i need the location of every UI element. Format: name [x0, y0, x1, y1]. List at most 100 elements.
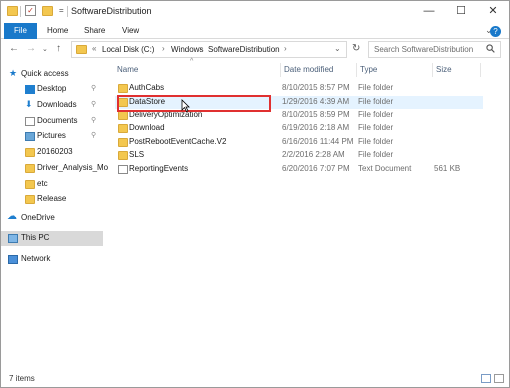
divider: [20, 6, 21, 17]
file-name: AuthCabs: [129, 83, 165, 92]
desktop-icon: [25, 85, 35, 94]
pin-icon[interactable]: ⚲: [91, 131, 96, 139]
tab-share[interactable]: Share: [84, 23, 105, 39]
nav-this-pc-label: This PC: [21, 233, 50, 242]
refresh-icon[interactable]: ↻: [352, 43, 360, 54]
column-date-modified[interactable]: Date modified: [284, 65, 333, 74]
file-type: File folder: [358, 97, 394, 106]
chevron-right-icon[interactable]: ›: [284, 44, 287, 53]
details-view-icon[interactable]: [481, 374, 491, 383]
folder-icon: [76, 45, 87, 54]
nav-desktop[interactable]: Desktop ⚲: [1, 82, 103, 97]
file-date: 2/2/2016 2:28 AM: [282, 150, 345, 159]
pin-icon[interactable]: ⚲: [91, 116, 96, 124]
nav-etc-label: etc: [37, 179, 48, 188]
nav-pictures[interactable]: Pictures ⚲: [1, 129, 103, 144]
new-folder-icon[interactable]: [42, 6, 53, 16]
search-icon: [486, 44, 495, 53]
divider: [432, 63, 433, 77]
table-row[interactable]: AuthCabs 8/10/2015 8:57 PM File folder: [115, 82, 483, 95]
folder-icon: [118, 84, 128, 93]
chevron-icon: «: [92, 44, 97, 53]
table-row[interactable]: ReportingEvents 6/20/2016 7:07 PM Text D…: [115, 163, 483, 176]
sort-ascending-icon: ^: [190, 58, 194, 65]
tab-view[interactable]: View: [122, 23, 139, 39]
nav-20160203[interactable]: 20160203: [1, 145, 103, 160]
up-arrow-icon[interactable]: ↑: [56, 43, 61, 54]
file-name: PostRebootEventCache.V2: [129, 137, 227, 146]
nav-onedrive[interactable]: ☁ OneDrive: [1, 211, 103, 226]
column-size[interactable]: Size: [436, 65, 452, 74]
recent-locations-icon[interactable]: ⌄: [42, 45, 48, 53]
pin-icon[interactable]: ⚲: [91, 100, 96, 108]
nav-release[interactable]: Release: [1, 192, 103, 207]
column-name[interactable]: Name: [117, 65, 138, 74]
computer-icon: [8, 234, 18, 243]
folder-icon: [25, 148, 35, 157]
forward-arrow-icon[interactable]: →: [26, 43, 36, 54]
star-icon: ★: [9, 68, 18, 78]
network-icon: [8, 255, 18, 264]
chevron-down-icon[interactable]: ⌄: [334, 44, 341, 53]
tab-home[interactable]: Home: [47, 23, 68, 39]
search-input[interactable]: Search SoftwareDistribution: [368, 41, 501, 58]
download-icon: ⬇: [25, 99, 33, 109]
minimize-button[interactable]: —: [421, 4, 437, 18]
window-title: SoftwareDistribution: [71, 6, 152, 16]
item-count: 7 items: [9, 374, 35, 383]
file-name: ReportingEvents: [129, 164, 189, 173]
search-placeholder: Search SoftwareDistribution: [374, 45, 474, 54]
nav-downloads[interactable]: ⬇ Downloads ⚲: [1, 98, 103, 113]
nav-network-label: Network: [21, 254, 51, 263]
nav-this-pc[interactable]: This PC: [1, 231, 103, 246]
tab-file[interactable]: File: [4, 23, 37, 39]
file-date: 8/10/2015 8:57 PM: [282, 83, 350, 92]
title-bar: ✓ = SoftwareDistribution — ☐ ✕: [1, 1, 509, 23]
file-type: File folder: [358, 83, 394, 92]
help-icon[interactable]: ?: [490, 26, 501, 37]
nav-driver-analysis[interactable]: Driver_Analysis_Mo: [1, 161, 108, 176]
nav-documents-label: Documents: [37, 116, 78, 125]
chevron-right-icon[interactable]: ›: [162, 44, 165, 53]
chevron-right-icon[interactable]: ›: [199, 44, 202, 53]
pictures-icon: [25, 132, 35, 141]
file-type: File folder: [358, 123, 394, 132]
nav-quick-access[interactable]: ★ Quick access: [1, 67, 103, 82]
navigation-pane: ★ Quick access Desktop ⚲ ⬇ Downloads ⚲ D…: [1, 61, 108, 367]
nav-etc[interactable]: etc: [1, 177, 103, 192]
divider: [480, 63, 481, 77]
customize-qat-icon[interactable]: =: [59, 6, 64, 15]
file-size: 561 KB: [434, 164, 461, 173]
nav-documents[interactable]: Documents ⚲: [1, 114, 103, 129]
table-row[interactable]: SLS 2/2/2016 2:28 AM File folder: [115, 149, 483, 162]
text-document-icon: [118, 165, 128, 174]
file-date: 6/19/2016 2:18 AM: [282, 123, 350, 132]
file-type: Text Document: [358, 164, 412, 173]
maximize-button[interactable]: ☐: [453, 4, 469, 18]
divider: [356, 63, 357, 77]
ribbon: File Home Share View ⌄ ?: [1, 23, 509, 39]
nav-pictures-label: Pictures: [37, 131, 66, 140]
file-date: 1/29/2016 4:39 AM: [282, 97, 350, 106]
nav-network[interactable]: Network: [1, 252, 103, 267]
table-row[interactable]: PostRebootEventCache.V2 6/16/2016 11:44 …: [115, 136, 483, 149]
explorer-window: ✓ = SoftwareDistribution — ☐ ✕ File Home…: [0, 0, 510, 388]
close-button[interactable]: ✕: [485, 4, 501, 18]
folder-icon: [25, 164, 35, 173]
documents-icon: [25, 117, 35, 126]
file-date: 6/16/2016 11:44 PM: [282, 137, 354, 146]
pin-icon[interactable]: ⚲: [91, 84, 96, 92]
divider: [280, 63, 281, 77]
back-arrow-icon[interactable]: ←: [9, 43, 19, 54]
table-row[interactable]: Download 6/19/2016 2:18 AM File folder: [115, 122, 483, 135]
breadcrumb-local-disk[interactable]: Local Disk (C:): [102, 45, 154, 54]
nav-quick-access-label: Quick access: [21, 69, 69, 78]
large-icons-view-icon[interactable]: [494, 374, 504, 383]
properties-icon[interactable]: ✓: [25, 5, 36, 16]
file-type: File folder: [358, 110, 394, 119]
cloud-icon: ☁: [7, 211, 17, 222]
column-type[interactable]: Type: [360, 65, 377, 74]
address-bar[interactable]: « Local Disk (C:) › Windows › SoftwareDi…: [71, 41, 347, 58]
file-date: 8/10/2015 8:59 PM: [282, 110, 350, 119]
breadcrumb-softwaredistribution[interactable]: SoftwareDistribution: [208, 45, 280, 54]
